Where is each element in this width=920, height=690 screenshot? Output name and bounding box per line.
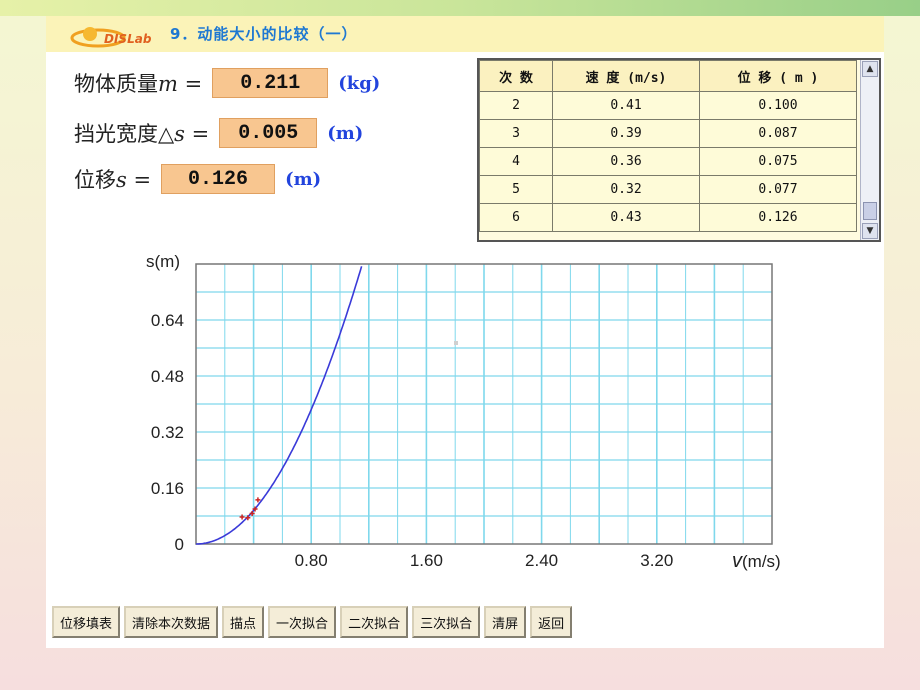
toolbar: 位移填表 清除本次数据 描点 一次拟合 二次拟合 三次拟合 清屏 返回	[52, 606, 573, 638]
y-tick-label: 0.48	[151, 367, 184, 386]
y-tick-label: 0.16	[151, 479, 184, 498]
fill-table-button[interactable]: 位移填表	[52, 606, 121, 638]
x-tick-label: 2.40	[525, 551, 558, 570]
linear-fit-button[interactable]: 一次拟合	[268, 606, 337, 638]
x-tick-label: 1.60	[410, 551, 443, 570]
fit-curve	[196, 266, 363, 545]
y-tick-label: 0.64	[151, 311, 184, 330]
center-marker	[454, 341, 458, 345]
clear-screen-button[interactable]: 清屏	[484, 606, 527, 638]
chart-grid	[196, 264, 772, 544]
x-axis-label: v(m/s)	[732, 550, 781, 572]
y-tick-label: 0	[175, 535, 184, 554]
chart-ticks: 0 0.16 0.32 0.48 0.64 0.80 1.60 2.40 3.20	[151, 311, 673, 570]
app-window: DISLab 9．动能大小的比较（一） 物体质量m = 0.211 (kg) 挡…	[46, 16, 884, 648]
back-button[interactable]: 返回	[530, 606, 573, 638]
data-point	[239, 514, 245, 520]
x-tick-label: 0.80	[295, 551, 328, 570]
plot-points-button[interactable]: 描点	[222, 606, 265, 638]
cubic-fit-button[interactable]: 三次拟合	[412, 606, 481, 638]
clear-data-button[interactable]: 清除本次数据	[124, 606, 219, 638]
top-band	[0, 0, 920, 16]
quadratic-fit-button[interactable]: 二次拟合	[340, 606, 409, 638]
y-axis-label: s(m)	[146, 252, 180, 271]
x-tick-label: 3.20	[640, 551, 673, 570]
y-tick-label: 0.32	[151, 423, 184, 442]
chart-area: 0 0.16 0.32 0.48 0.64 0.80 1.60 2.40 3.20 s(m) v…	[146, 252, 781, 572]
chart-points	[239, 497, 261, 521]
